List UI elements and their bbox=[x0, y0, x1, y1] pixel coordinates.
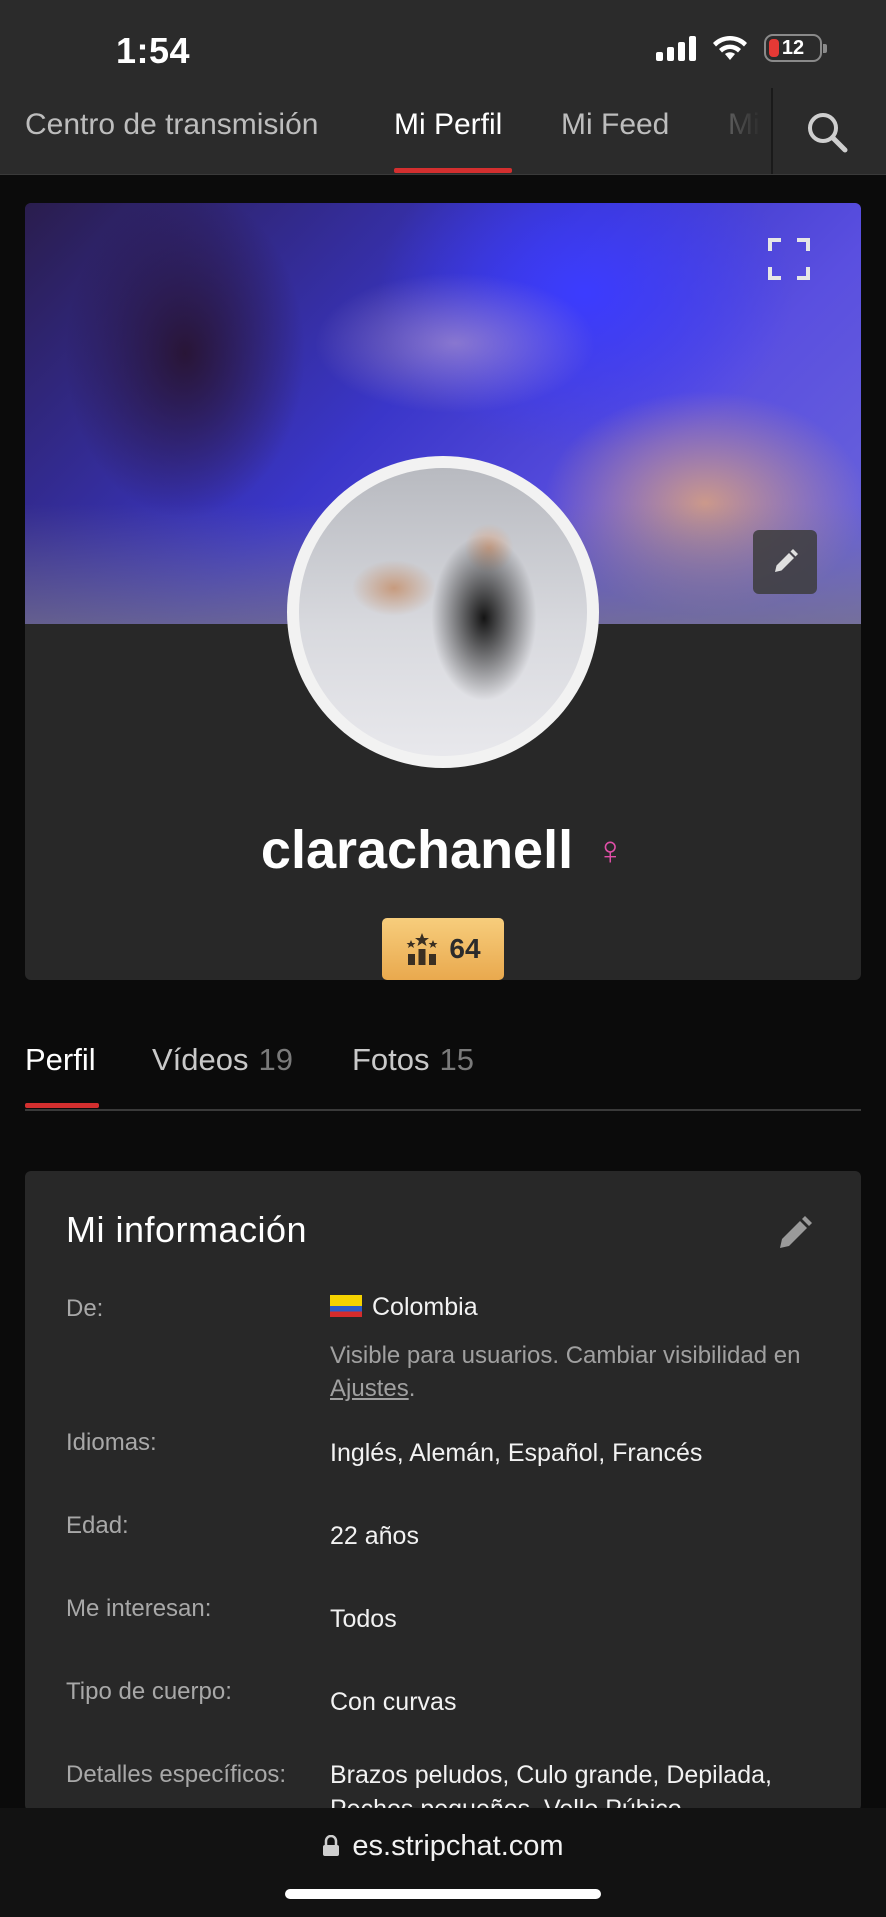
tab-perfil[interactable]: Perfil bbox=[25, 1042, 96, 1078]
tab-fotos[interactable]: Fotos 15 bbox=[352, 1042, 474, 1078]
browser-url-bar[interactable]: es.stripchat.com bbox=[0, 1808, 886, 1917]
profile-header-card: clarachanell ♀ 64 bbox=[25, 203, 861, 980]
fullscreen-icon[interactable] bbox=[767, 237, 811, 281]
divider bbox=[771, 88, 773, 174]
settings-link[interactable]: Ajustes bbox=[330, 1375, 409, 1402]
level-value: 64 bbox=[449, 933, 481, 964]
lock-icon bbox=[323, 1835, 340, 1856]
active-tab-indicator bbox=[25, 1103, 99, 1108]
tab-mi-perfil[interactable]: Mi Perfil bbox=[394, 108, 502, 142]
status-time: 1:54 bbox=[116, 30, 191, 71]
fotos-count: 15 bbox=[439, 1042, 475, 1077]
url-text: es.stripchat.com bbox=[352, 1830, 564, 1862]
status-bar: 1:54 12 bbox=[0, 0, 886, 88]
level-badge[interactable]: 64 bbox=[382, 918, 504, 980]
search-icon[interactable] bbox=[805, 110, 849, 154]
top-navigation: Centro de transmisión Mi Perfil Mi Feed … bbox=[0, 88, 886, 175]
username: clarachanell bbox=[260, 820, 574, 880]
female-icon: ♀ bbox=[595, 829, 626, 873]
wifi-icon bbox=[713, 35, 747, 60]
signal-icon bbox=[656, 35, 696, 61]
avatar-image bbox=[299, 468, 587, 756]
pencil-icon bbox=[775, 549, 798, 572]
visibility-note: Visible para usuarios. Cambiar visibilid… bbox=[330, 1342, 801, 1402]
videos-count: 19 bbox=[258, 1042, 293, 1077]
edit-cover-button[interactable] bbox=[753, 530, 817, 594]
tab-videos[interactable]: Vídeos 19 bbox=[152, 1042, 293, 1078]
battery-icon: 12 bbox=[764, 34, 827, 62]
info-card: Mi información De: Colombia Visible para… bbox=[25, 1171, 861, 1811]
info-title: Mi información bbox=[66, 1209, 308, 1250]
battery-level: 12 bbox=[781, 37, 805, 59]
profile-tabs: Perfil Vídeos 19 Fotos 15 bbox=[25, 1035, 861, 1111]
level-icon bbox=[406, 933, 438, 965]
home-indicator[interactable] bbox=[285, 1889, 601, 1899]
tab-centro-de-transmision[interactable]: Centro de transmisión bbox=[25, 108, 318, 142]
tab-mi-feed[interactable]: Mi Feed bbox=[561, 108, 669, 142]
active-tab-indicator bbox=[394, 168, 512, 173]
edit-info-pencil-icon[interactable] bbox=[777, 1215, 813, 1251]
avatar[interactable] bbox=[287, 456, 599, 768]
country-value: Colombia bbox=[372, 1293, 478, 1321]
username-row: clarachanell ♀ bbox=[25, 819, 861, 881]
colombia-flag-icon bbox=[330, 1295, 362, 1317]
status-icons: 12 bbox=[656, 34, 827, 62]
